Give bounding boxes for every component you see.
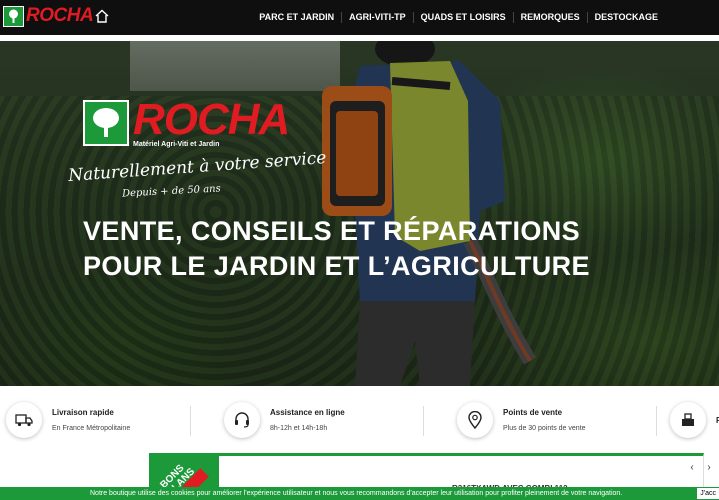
hero-logo-wordmark: ROCHA — [133, 95, 290, 144]
feature-delivery[interactable]: Livraison rapide En France Métropolitain… — [6, 400, 130, 440]
feature-assistance[interactable]: Assistance en ligne 8h-12h et 14h-18h — [224, 400, 345, 440]
map-pin-icon — [457, 402, 493, 438]
top-navbar: ROCHA PARC ET JARDIN AGRI-VITI-TP QUADS … — [0, 0, 719, 35]
menu-agri-viti-tp[interactable]: AGRI-VITI-TP — [342, 12, 414, 23]
cookie-accept-button[interactable]: J'acc — [697, 488, 719, 499]
truck-icon — [6, 402, 42, 438]
menu-parc-et-jardin[interactable]: PARC ET JARDIN — [252, 12, 343, 23]
feature-subtitle: Plus de 30 points de vente — [503, 425, 586, 432]
logo-wordmark: ROCHA — [26, 5, 94, 26]
menu-destockage[interactable]: DESTOCKAGE — [588, 12, 665, 23]
feature-payment[interactable]: P — [670, 400, 719, 440]
home-icon[interactable] — [95, 9, 109, 23]
main-menu: PARC ET JARDIN AGRI-VITI-TP QUADS ET LOI… — [252, 0, 665, 35]
hero-headline-line-1: VENTE, CONSEILS ET RÉPARATIONS — [83, 216, 581, 246]
tree-logo-icon — [83, 100, 129, 146]
feature-stores[interactable]: Points de vente Plus de 30 points de ven… — [457, 400, 586, 440]
hero-brand-logo: ROCHA Matériel Agri-Viti et Jardin — [83, 95, 290, 148]
tree-logo-icon — [3, 5, 24, 27]
feature-subtitle: 8h-12h et 14h-18h — [270, 425, 328, 432]
headset-icon — [224, 402, 260, 438]
cookie-banner: Notre boutique utilise des cookies pour … — [0, 487, 719, 500]
divider — [656, 406, 657, 436]
site-logo[interactable]: ROCHA — [3, 5, 94, 27]
feature-subtitle: En France Métropolitaine — [52, 425, 131, 432]
menu-quads-et-loisirs[interactable]: QUADS ET LOISIRS — [414, 12, 514, 23]
register-icon — [670, 402, 706, 438]
menu-remorques[interactable]: REMORQUES — [514, 12, 588, 23]
prev-arrow-icon[interactable]: ‹ — [685, 461, 699, 475]
feature-title: Livraison rapide — [52, 408, 114, 417]
divider — [423, 406, 424, 436]
features-bar: Livraison rapide En France Métropolitain… — [0, 386, 719, 453]
feature-title: Points de vente — [503, 408, 563, 417]
feature-title: Assistance en ligne — [270, 408, 345, 417]
hero-banner: ROCHA Matériel Agri-Viti et Jardin Natur… — [0, 41, 719, 386]
hero-headline-line-2: POUR LE JARDIN ET L’AGRICULTURE — [83, 251, 590, 281]
hero-headline: VENTE, CONSEILS ET RÉPARATIONS POUR LE J… — [83, 214, 590, 284]
next-arrow-icon[interactable]: › — [702, 461, 716, 475]
divider — [190, 406, 191, 436]
